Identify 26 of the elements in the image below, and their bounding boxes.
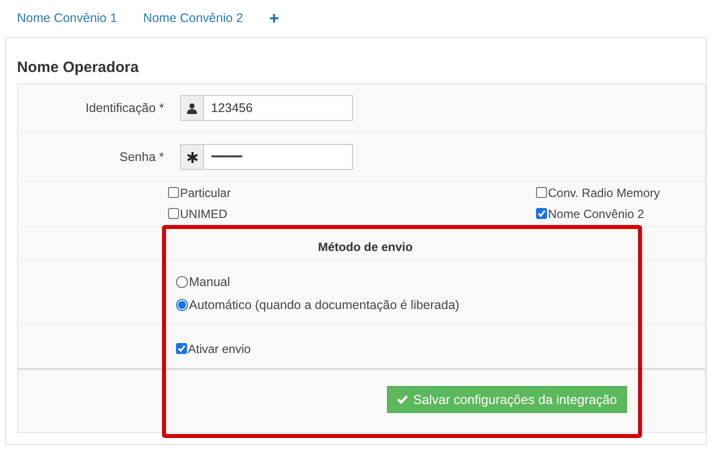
- tab[interactable]: Nome Convênio 1: [17, 9, 118, 28]
- input-field[interactable]: 123456: [204, 95, 353, 121]
- radio-label: Automático (quando a documentação é liberada): [189, 296, 460, 314]
- asterisk-icon: [186, 152, 198, 162]
- checkbox-label: Particular: [180, 185, 231, 202]
- field-label: Identificação *: [84, 100, 164, 117]
- checkbox-label: Conv. Radio Memory: [548, 185, 660, 202]
- check-icon: [397, 395, 408, 404]
- checkbox[interactable]: [168, 208, 179, 219]
- checkbox[interactable]: [168, 187, 179, 198]
- checkbox[interactable]: [176, 343, 187, 354]
- user-icon: [187, 102, 197, 114]
- password-field[interactable]: •••••••••••••••••: [204, 144, 353, 170]
- radio-button[interactable]: [176, 298, 188, 311]
- tab[interactable]: Nome Convênio 2: [143, 9, 244, 28]
- add-tab-button[interactable]: +: [269, 10, 280, 27]
- panel-title: Nome Operadora: [17, 58, 140, 78]
- checkbox-label: Ativar envio: [188, 341, 251, 358]
- radio-label: Manual: [189, 274, 230, 291]
- section-title: Método de envio: [318, 238, 413, 256]
- checkbox[interactable]: [536, 208, 547, 219]
- checkbox-label: Nome Convênio 2: [548, 206, 644, 223]
- checkbox-label: UNIMED: [180, 206, 228, 223]
- checkbox[interactable]: [536, 187, 547, 198]
- radio-button[interactable]: [176, 276, 188, 288]
- field-label: Senha *: [118, 148, 164, 166]
